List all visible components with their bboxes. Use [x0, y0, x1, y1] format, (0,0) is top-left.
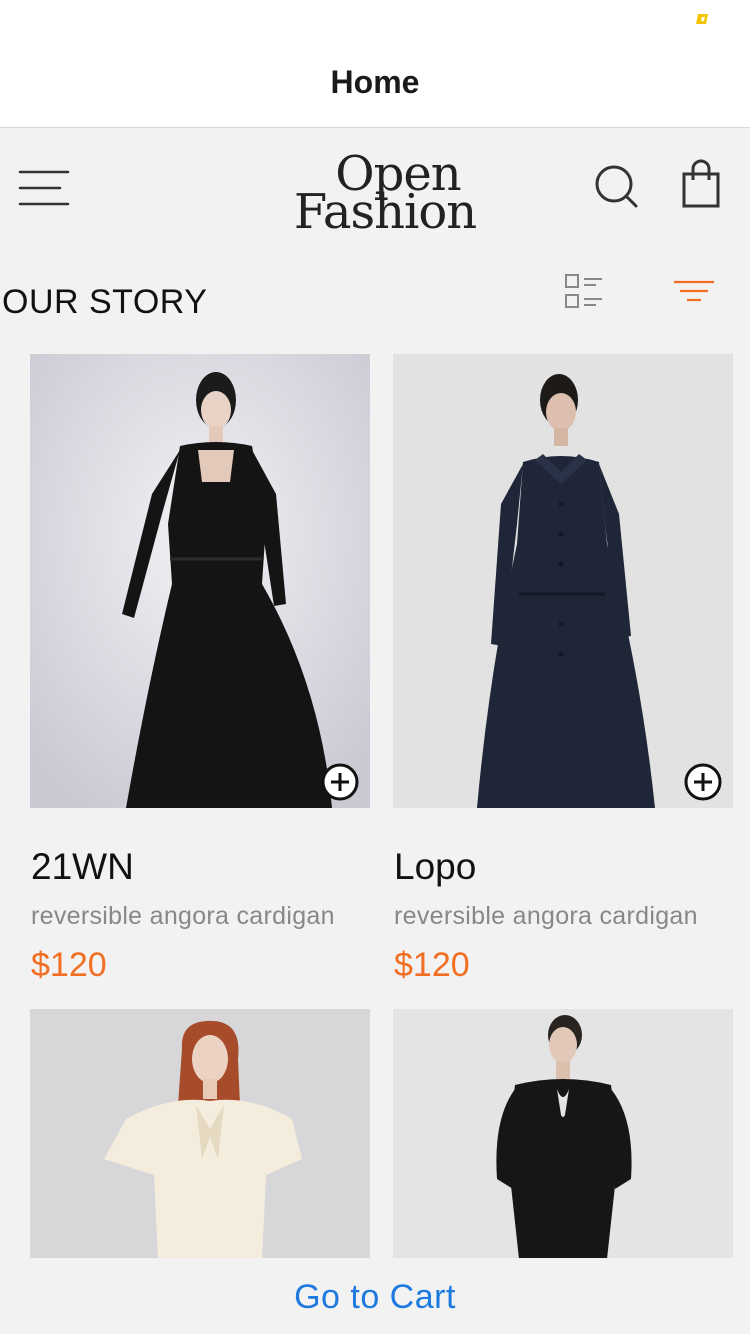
go-to-cart-link[interactable]: Go to Cart: [0, 1278, 750, 1317]
logo-line-2: Fashion: [293, 184, 477, 240]
product-image[interactable]: [30, 1009, 370, 1259]
grid-list-icon[interactable]: [562, 270, 606, 314]
status-bar: [0, 0, 750, 40]
shopping-bag-icon[interactable]: [678, 158, 724, 210]
product-image[interactable]: [393, 354, 733, 808]
product-price: $120: [394, 946, 470, 984]
filter-icon[interactable]: [672, 276, 716, 308]
brand-logo[interactable]: Open Fashion: [270, 146, 500, 238]
navigation-bar: Home: [0, 40, 750, 128]
product-price: $120: [31, 946, 107, 984]
product-image[interactable]: [30, 354, 370, 808]
section-title: OUR STORY: [2, 283, 208, 321]
add-to-cart-icon[interactable]: [320, 762, 360, 802]
product-name[interactable]: Lopo: [394, 846, 476, 888]
cart-bar: Go to Cart: [0, 1258, 750, 1334]
product-image[interactable]: [393, 1009, 733, 1259]
page-title: Home: [330, 64, 420, 100]
product-name[interactable]: 21WN: [31, 846, 134, 888]
product-description: reversible angora cardigan: [31, 902, 335, 930]
add-to-cart-icon[interactable]: [683, 762, 723, 802]
product-description: reversible angora cardigan: [394, 902, 698, 930]
app-header: Open Fashion: [0, 128, 750, 248]
status-indicator-icon: [696, 14, 708, 24]
search-icon[interactable]: [590, 160, 642, 212]
menu-icon[interactable]: [16, 166, 72, 210]
